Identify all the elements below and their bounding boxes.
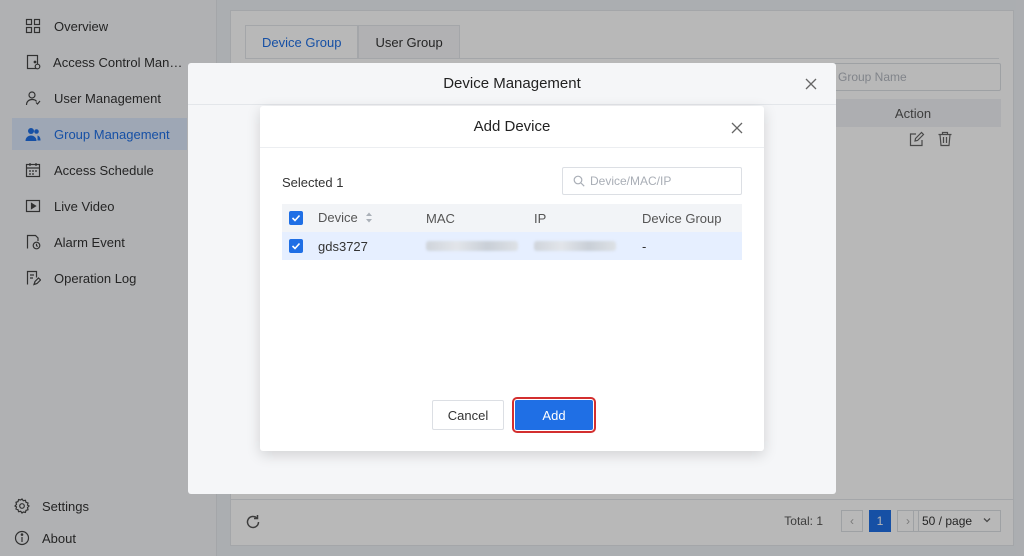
table-header: Device MAC IP Device Group: [282, 204, 742, 232]
ip-cell-redacted: [534, 241, 616, 251]
sort-icon: [365, 211, 373, 226]
device-management-title: Device Management: [188, 63, 836, 105]
device-table: Device MAC IP Device Group gds3727 -: [282, 204, 742, 260]
add-device-dialog: Add Device Selected 1 Device/MAC/IP Devi…: [260, 106, 764, 451]
device-group-cell: -: [642, 238, 647, 254]
close-icon[interactable]: [804, 77, 818, 91]
table-row[interactable]: gds3727 -: [282, 232, 742, 260]
device-search-placeholder: Device/MAC/IP: [590, 174, 672, 188]
search-icon: [573, 175, 585, 187]
row-checkbox[interactable]: [289, 239, 303, 253]
device-search-input[interactable]: Device/MAC/IP: [562, 167, 742, 195]
cancel-button[interactable]: Cancel: [432, 400, 504, 430]
column-header-mac: MAC: [426, 210, 455, 226]
add-device-title: Add Device: [260, 106, 764, 148]
column-header-device[interactable]: Device: [318, 210, 373, 226]
select-all-checkbox[interactable]: [289, 211, 303, 225]
device-name-cell: gds3727: [318, 238, 368, 254]
column-header-device-label: Device: [318, 209, 358, 225]
column-header-device-group: Device Group: [642, 210, 722, 226]
add-button[interactable]: Add: [512, 397, 596, 433]
column-header-ip: IP: [534, 210, 547, 226]
mac-cell-redacted: [426, 241, 518, 251]
selected-count: Selected 1: [282, 175, 344, 190]
close-icon[interactable]: [730, 121, 744, 135]
